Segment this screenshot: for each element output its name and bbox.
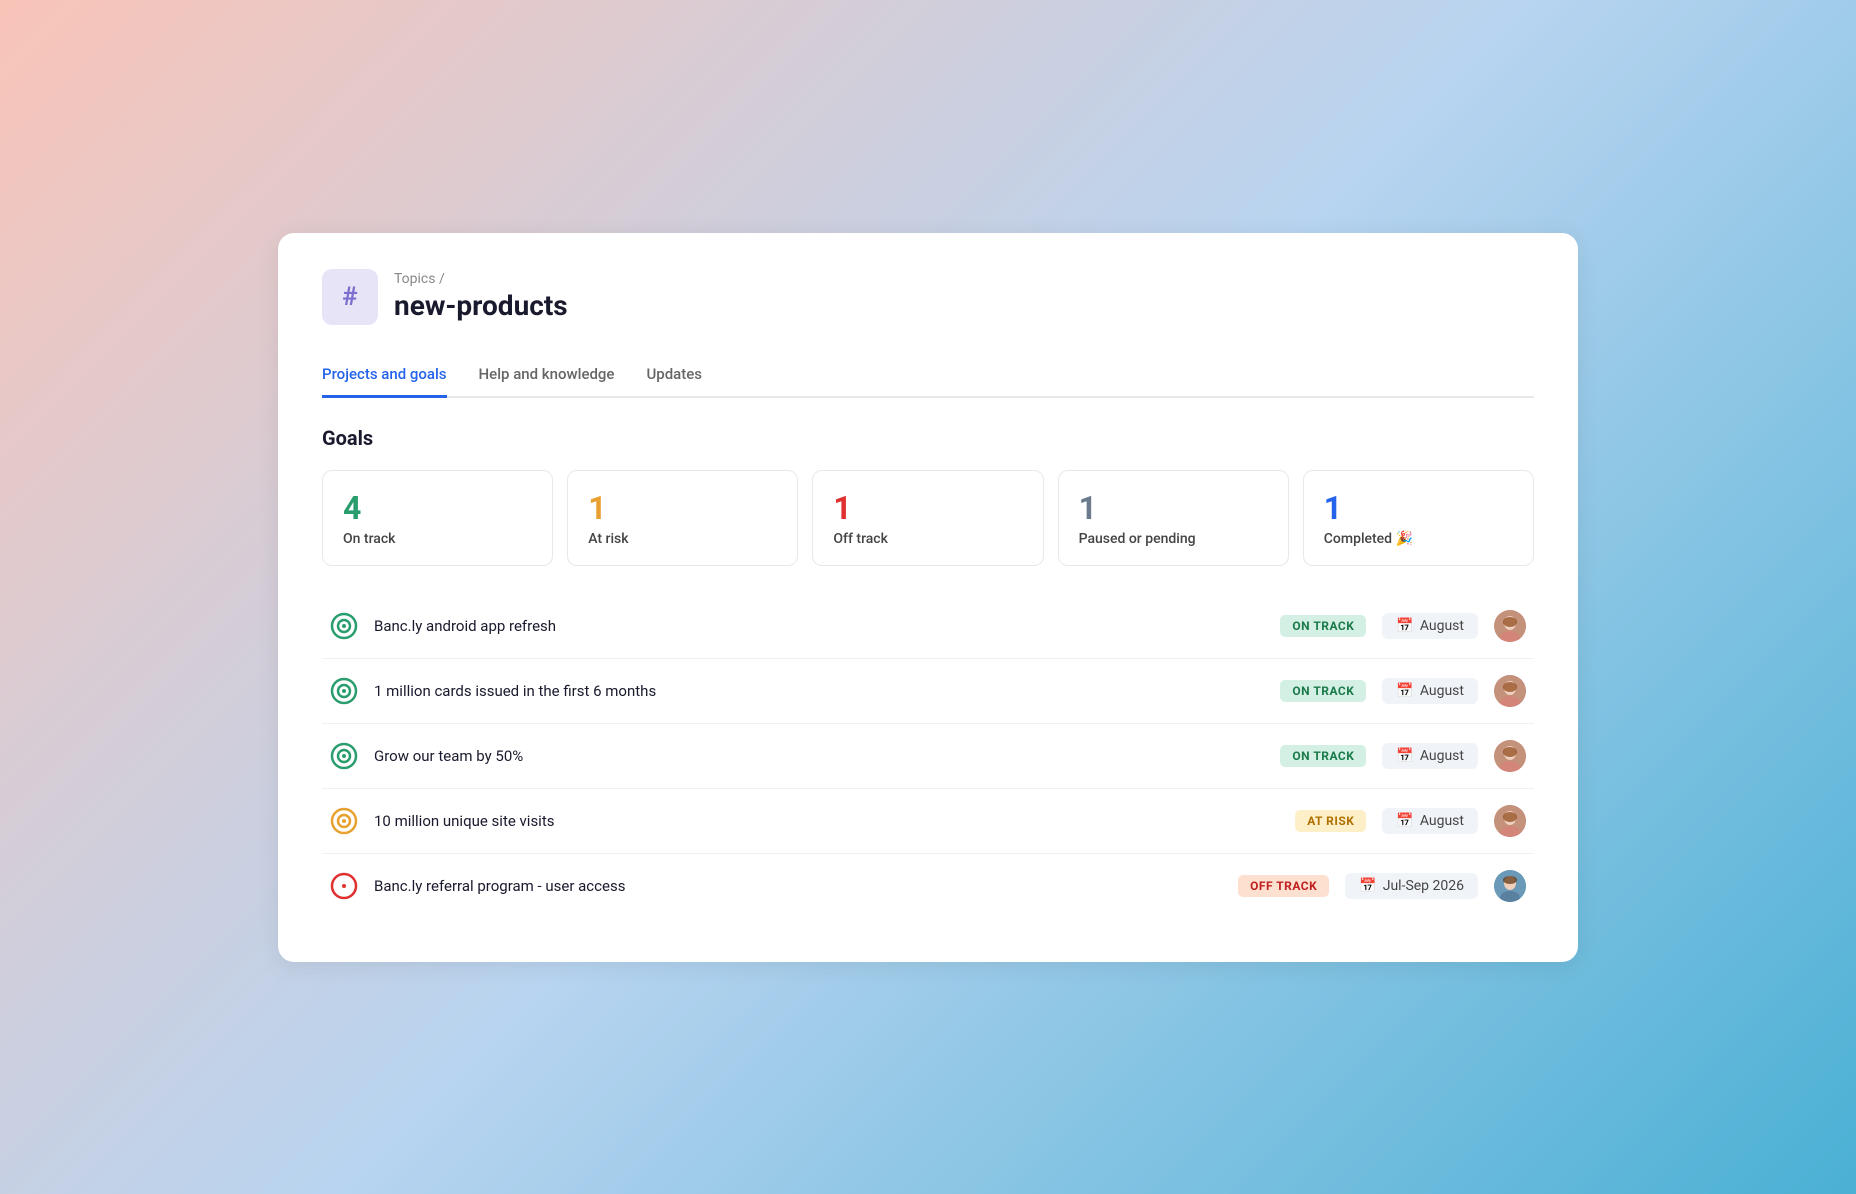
stat-at-risk[interactable]: 1 At risk [567, 470, 798, 566]
stat-off-track[interactable]: 1 Off track [812, 470, 1043, 566]
goal-name: 10 million unique site visits [374, 812, 1279, 830]
header: # Topics / new-products [322, 269, 1534, 325]
goal-name: Grow our team by 50% [374, 747, 1264, 765]
goal-row[interactable]: 10 million unique site visits AT RISK 📅 … [322, 789, 1534, 854]
stat-at-risk-label: At risk [588, 531, 777, 547]
goal-name: Banc.ly android app refresh [374, 617, 1264, 635]
header-text: Topics / new-products [394, 271, 568, 322]
goal-status-icon [330, 677, 358, 705]
date-badge: 📅 August [1382, 743, 1478, 769]
avatar [1494, 805, 1526, 837]
status-badge: ON TRACK [1280, 680, 1366, 702]
stat-paused-label: Paused or pending [1079, 531, 1268, 547]
goal-date: August [1420, 748, 1464, 764]
stat-paused[interactable]: 1 Paused or pending [1058, 470, 1289, 566]
goal-icon [330, 872, 358, 900]
goal-row[interactable]: Grow our team by 50% ON TRACK 📅 August [322, 724, 1534, 789]
goals-list: Banc.ly android app refresh ON TRACK 📅 A… [322, 594, 1534, 918]
stat-off-track-label: Off track [833, 531, 1022, 547]
goal-row[interactable]: 1 million cards issued in the first 6 mo… [322, 659, 1534, 724]
stat-completed-number: 1 [1324, 489, 1513, 527]
status-badge: OFF TRACK [1238, 875, 1329, 897]
goal-row[interactable]: Banc.ly referral program - user access O… [322, 854, 1534, 918]
goal-icon [330, 677, 358, 705]
calendar-icon: 📅 [1396, 618, 1413, 634]
goal-row[interactable]: Banc.ly android app refresh ON TRACK 📅 A… [322, 594, 1534, 659]
goal-status-icon [330, 807, 358, 835]
date-badge: 📅 August [1382, 678, 1478, 704]
page-title: new-products [394, 289, 568, 322]
stat-on-track[interactable]: 4 On track [322, 470, 553, 566]
calendar-icon: 📅 [1396, 683, 1413, 699]
stat-on-track-label: On track [343, 531, 532, 547]
tab-help-knowledge[interactable]: Help and knowledge [479, 357, 615, 398]
status-badge: ON TRACK [1280, 615, 1366, 637]
goal-icon [330, 742, 358, 770]
avatar [1494, 610, 1526, 642]
stat-completed[interactable]: 1 Completed 🎉 [1303, 470, 1534, 566]
goals-section-title: Goals [322, 426, 1534, 450]
stat-at-risk-number: 1 [588, 489, 777, 527]
avatar [1494, 740, 1526, 772]
calendar-icon: 📅 [1396, 748, 1413, 764]
stats-grid: 4 On track 1 At risk 1 Off track 1 Pause… [322, 470, 1534, 566]
date-badge: 📅 August [1382, 808, 1478, 834]
goal-name: Banc.ly referral program - user access [374, 877, 1222, 895]
avatar [1494, 870, 1526, 902]
stat-paused-number: 1 [1079, 489, 1268, 527]
stat-off-track-number: 1 [833, 489, 1022, 527]
status-badge: ON TRACK [1280, 745, 1366, 767]
goal-name: 1 million cards issued in the first 6 mo… [374, 682, 1264, 700]
goal-date: August [1420, 618, 1464, 634]
calendar-icon: 📅 [1396, 813, 1413, 829]
date-badge: 📅 August [1382, 613, 1478, 639]
calendar-icon: 📅 [1359, 878, 1376, 894]
goal-date: Jul-Sep 2026 [1383, 878, 1464, 894]
status-badge: AT RISK [1295, 810, 1366, 832]
goal-icon [330, 612, 358, 640]
goal-status-icon [330, 612, 358, 640]
breadcrumb: Topics / [394, 271, 568, 287]
avatar [1494, 675, 1526, 707]
goal-date: August [1420, 683, 1464, 699]
tab-updates[interactable]: Updates [646, 357, 702, 398]
stat-completed-label: Completed 🎉 [1324, 531, 1513, 547]
stat-on-track-number: 4 [343, 489, 532, 527]
date-badge: 📅 Jul-Sep 2026 [1345, 873, 1478, 899]
goal-date: August [1420, 813, 1464, 829]
main-card: # Topics / new-products Projects and goa… [278, 233, 1578, 962]
tab-bar: Projects and goals Help and knowledge Up… [322, 357, 1534, 398]
goal-status-icon [330, 742, 358, 770]
tab-projects-goals[interactable]: Projects and goals [322, 357, 447, 398]
topic-icon: # [322, 269, 378, 325]
goal-status-icon [330, 872, 358, 900]
goal-icon [330, 807, 358, 835]
